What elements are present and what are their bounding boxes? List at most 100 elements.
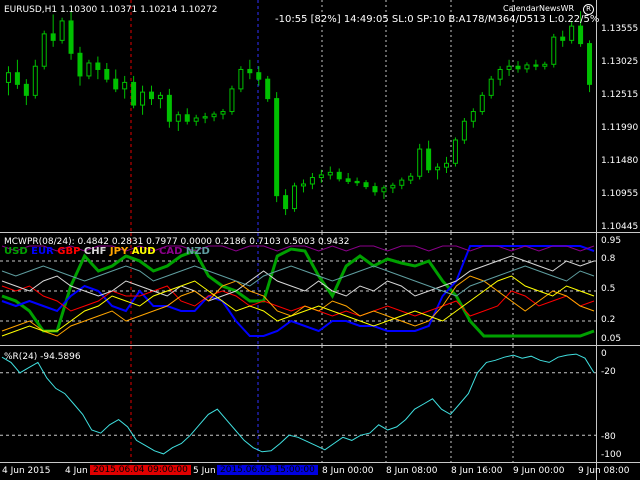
candle-bear [184, 114, 190, 122]
candle-bull [327, 171, 333, 176]
candle-bull [488, 78, 494, 96]
symbol-info: EURUSD,H1 1.10300 1.10371 1.10214 1.1027… [4, 5, 218, 15]
candle-bull [32, 65, 38, 96]
legend-item-gbp: GBP [57, 246, 84, 257]
candle-bull [524, 64, 530, 70]
candle-bear [587, 43, 593, 85]
candle-bull [435, 166, 441, 171]
time-axis-label: 4 Jun [65, 466, 88, 476]
williams-r-chart [0, 346, 596, 462]
candle-bull [59, 20, 65, 41]
candle-bear [23, 83, 29, 96]
time-axis-separator [0, 462, 640, 463]
candle-bull [408, 175, 414, 181]
candle-bear [283, 195, 289, 210]
candle-bull [292, 185, 298, 210]
candle-bull [5, 72, 11, 83]
price-axis-label: 1.11480 [601, 156, 639, 166]
candle-bear [68, 20, 74, 54]
wpr-axis-label: -80 [601, 432, 616, 442]
calendar-news-icon[interactable]: R [583, 4, 594, 15]
candle-bull [399, 179, 405, 186]
candle-bull [452, 139, 458, 164]
wpr-header: %R(24) -94.5896 [4, 352, 81, 362]
wpr-axis-label: -100 [601, 450, 622, 460]
legend-item-usd: USD [4, 246, 32, 257]
time-axis-label: 8 Jun 08:00 [386, 466, 438, 476]
candle-bull [506, 65, 512, 70]
legend-item-nzd: NZD [185, 246, 210, 257]
candle-bull [390, 184, 396, 189]
candle-bull [497, 68, 503, 80]
price-candlestick-chart [5, 0, 593, 232]
mcwpr-axis-label: 0.8 [601, 254, 616, 264]
candle-bear [104, 68, 110, 80]
candle-bull [202, 116, 208, 119]
legend-item-aud: AUD [131, 246, 160, 257]
price-axis-label: 1.13025 [601, 57, 639, 67]
wpr-axis-label: 0 [601, 349, 607, 359]
candle-bull [193, 117, 199, 122]
candle-bull [444, 162, 449, 168]
time-axis-label: 8 Jun 00:00 [322, 466, 374, 476]
vertical-line-time-marker-red[interactable]: 2015.06.04 09:00:00 [90, 465, 191, 475]
candle-bear [50, 33, 56, 41]
legend-item-jpy: JPY [109, 246, 132, 257]
candle-bear [274, 98, 280, 197]
price-axis-label: 1.11990 [601, 123, 639, 133]
candle-bull [86, 62, 92, 77]
candle-bear [372, 186, 378, 193]
candle-bull [41, 33, 47, 67]
candle-bull [300, 183, 306, 187]
mcwpr-axis-label: 0.05 [601, 334, 622, 344]
candle-bear [578, 25, 584, 45]
candle-bear [345, 178, 351, 182]
price-chart-pane[interactable]: EURUSD,H1 1.10300 1.10371 1.10214 1.1027… [0, 0, 600, 232]
candle-bear [515, 65, 521, 70]
wpr-axis-label: -20 [601, 367, 616, 377]
price-axis-label: 1.13555 [601, 24, 639, 34]
candle-bull [381, 187, 387, 193]
candle-bear [336, 171, 342, 180]
candle-bull [461, 120, 467, 141]
candle-bull [229, 88, 235, 113]
candle-bear [149, 91, 154, 100]
legend-item-cad: CAD [159, 246, 186, 257]
calendar-news-label[interactable]: CalendarNewsWR [503, 4, 574, 13]
candle-bull [479, 94, 485, 113]
vertical-line-time-marker-blue[interactable]: 2015.06.05 15:00:00 [217, 465, 318, 475]
candle-bear [113, 78, 119, 90]
price-axis[interactable]: 1.13555 1.13025 1.12515 1.11990 1.11480 … [596, 0, 640, 480]
candle-bear [166, 94, 172, 122]
price-axis-label: 1.12515 [601, 90, 639, 100]
candle-bull [175, 114, 181, 122]
williams-r-pane[interactable]: %R(24) -94.5896 [0, 346, 596, 462]
candle-bull [122, 81, 128, 90]
mcwpr-indicator-pane[interactable]: MCWPR(08/24): 0.4842 0.2831 0.7977 0.000… [0, 233, 596, 345]
candle-bear [77, 52, 83, 77]
mcwpr-legend: USD EUR GBP CHF JPY AUD CAD NZD [4, 246, 210, 257]
candle-bull [211, 113, 217, 118]
candle-bear [95, 62, 101, 70]
candle-bear [247, 68, 253, 74]
candle-bear [560, 36, 566, 41]
candle-bull [542, 63, 548, 67]
mcwpr-series-aud [1, 275, 595, 337]
candle-bull [569, 25, 575, 41]
candle-bear [265, 78, 271, 100]
price-axis-label: 1.10955 [601, 189, 639, 199]
legend-item-chf: CHF [83, 246, 110, 257]
candle-bear [363, 182, 369, 188]
legend-item-eur: EUR [31, 246, 58, 257]
candle-bull [220, 111, 226, 115]
candle-bear [14, 72, 20, 85]
candle-bear [426, 148, 432, 171]
candle-bull [318, 174, 324, 179]
mcwpr-series-jpy [1, 275, 595, 337]
status-line: -10:55 [82%] 14:49:05 SL:0 SP:10 B:A178/… [275, 14, 600, 25]
mcwpr-axis-label: 0.95 [601, 236, 622, 246]
candle-bear [354, 180, 360, 184]
candle-bear [256, 72, 262, 80]
mcwpr-axis-label: 0.5 [601, 284, 616, 294]
mcwpr-axis-label: 0.2 [601, 315, 616, 325]
